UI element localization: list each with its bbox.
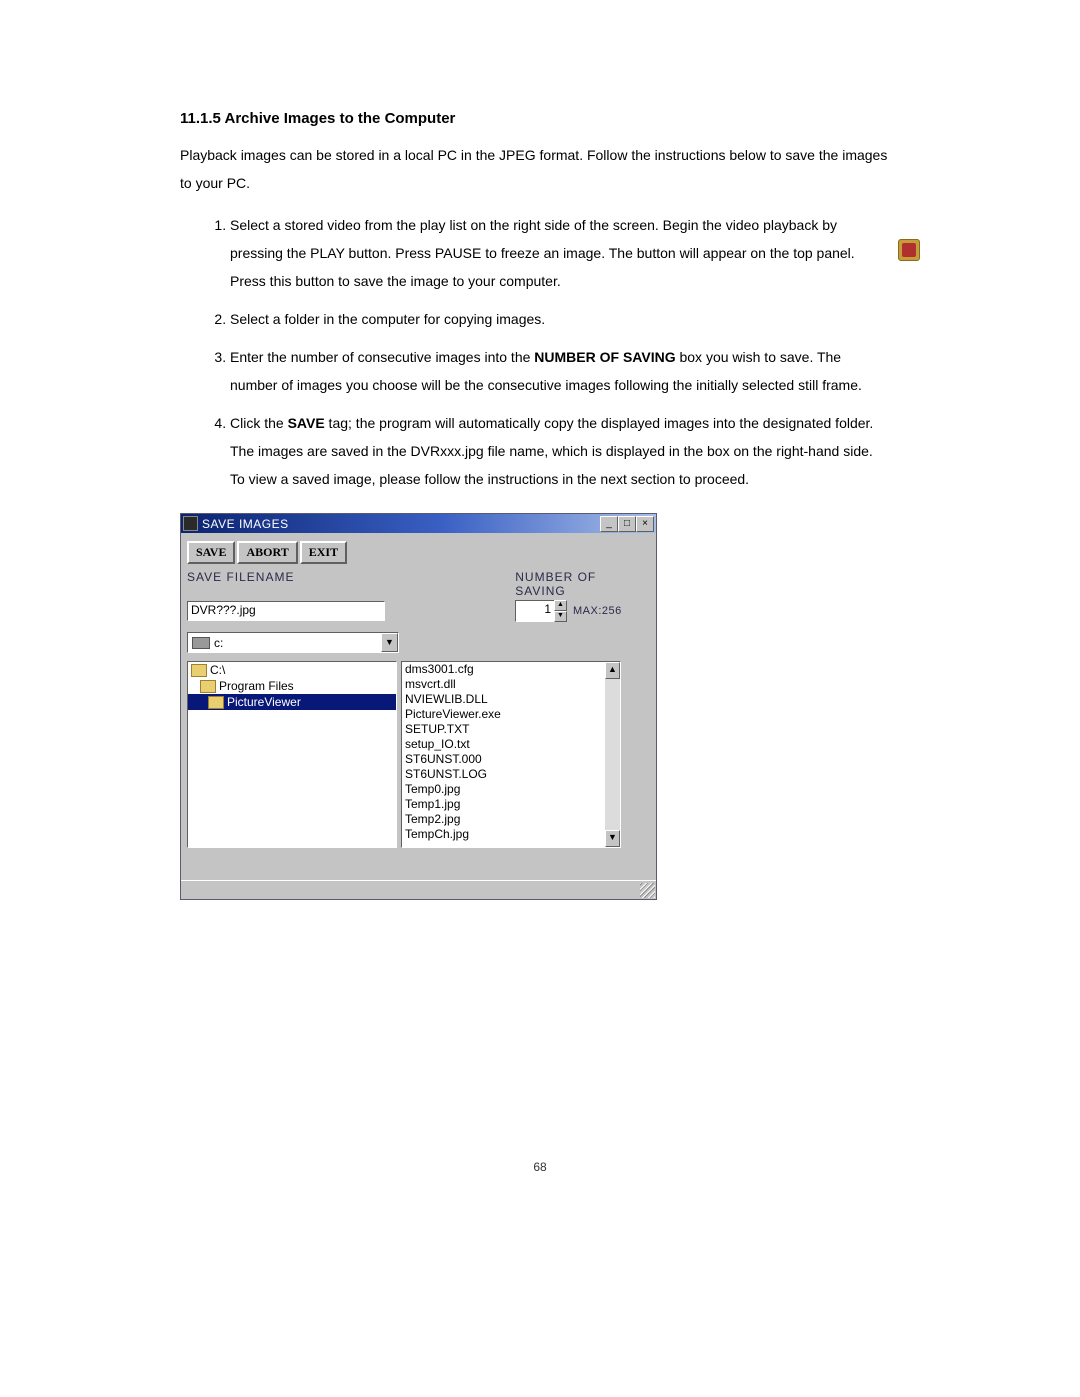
dialog-title: SAVE IMAGES	[202, 517, 289, 531]
file-item[interactable]: Temp0.jpg	[402, 782, 605, 797]
file-listbox[interactable]: dms3001.cfg msvcrt.dll NVIEWLIB.DLL Pict…	[401, 661, 621, 848]
folder-item-selected[interactable]: PictureViewer	[188, 694, 396, 710]
file-item[interactable]: Temp2.jpg	[402, 812, 605, 827]
numsaving-label: NUMBER OF SAVING	[515, 570, 650, 598]
step-2: Select a folder in the computer for copy…	[230, 305, 890, 333]
page-number: 68	[0, 1160, 1080, 1174]
filename-input[interactable]: DVR???.jpg	[187, 601, 385, 621]
file-item[interactable]: SETUP.TXT	[402, 722, 605, 737]
folder-open-icon	[208, 696, 224, 709]
spin-up-button[interactable]: ▲	[554, 600, 567, 611]
max-label: MAX:256	[573, 605, 622, 617]
file-item[interactable]: TempCh.jpg	[402, 827, 605, 842]
chevron-down-icon[interactable]: ▼	[381, 633, 398, 652]
scroll-up-button[interactable]: ▲	[605, 662, 620, 679]
save-button[interactable]: SAVE	[187, 541, 235, 564]
scrollbar[interactable]: ▲ ▼	[605, 662, 620, 847]
close-button[interactable]: ×	[636, 516, 654, 532]
exit-button[interactable]: EXIT	[300, 541, 347, 564]
file-item[interactable]: PictureViewer.exe	[402, 707, 605, 722]
folder-item[interactable]: Program Files	[188, 678, 396, 694]
dialog-titlebar[interactable]: SAVE IMAGES _ □ ×	[181, 514, 656, 533]
save-image-icon	[898, 239, 920, 261]
folder-icon	[200, 680, 216, 693]
file-item[interactable]: ST6UNST.LOG	[402, 767, 605, 782]
spin-down-button[interactable]: ▼	[554, 611, 567, 622]
folder-listbox[interactable]: C:\ Program Files PictureViewer	[187, 661, 397, 848]
drive-combobox[interactable]: c: ▼	[187, 632, 399, 653]
folder-item[interactable]: C:\	[188, 662, 396, 678]
folder-icon	[191, 664, 207, 677]
minimize-button[interactable]: _	[600, 516, 618, 532]
save-images-dialog: SAVE IMAGES _ □ × SAVE ABORT EXIT SAVE F…	[180, 513, 657, 900]
app-icon	[183, 516, 198, 531]
file-item[interactable]: NVIEWLIB.DLL	[402, 692, 605, 707]
file-item[interactable]: msvcrt.dll	[402, 677, 605, 692]
abort-button[interactable]: ABORT	[237, 541, 297, 564]
numsaving-input[interactable]: 1	[515, 600, 554, 622]
filename-label: SAVE FILENAME	[187, 570, 415, 598]
drive-value: c:	[214, 636, 223, 650]
step-3: Enter the number of consecutive images i…	[230, 343, 890, 399]
scroll-down-button[interactable]: ▼	[605, 830, 620, 847]
file-item[interactable]: dms3001.cfg	[402, 662, 605, 677]
drive-icon	[192, 637, 210, 649]
intro-paragraph: Playback images can be stored in a local…	[180, 141, 890, 197]
maximize-button[interactable]: □	[618, 516, 636, 532]
step-1: Select a stored video from the play list…	[230, 211, 890, 295]
statusbar	[181, 880, 656, 899]
scroll-track[interactable]	[605, 679, 620, 830]
file-item[interactable]: Temp1.jpg	[402, 797, 605, 812]
resize-grip-icon[interactable]	[640, 883, 655, 898]
section-title: 11.1.5 Archive Images to the Computer	[180, 110, 1080, 127]
file-item[interactable]: setup_IO.txt	[402, 737, 605, 752]
file-item[interactable]: ST6UNST.000	[402, 752, 605, 767]
step-4: Click the SAVE tag; the program will aut…	[230, 409, 890, 493]
steps-list: Select a stored video from the play list…	[180, 211, 890, 493]
